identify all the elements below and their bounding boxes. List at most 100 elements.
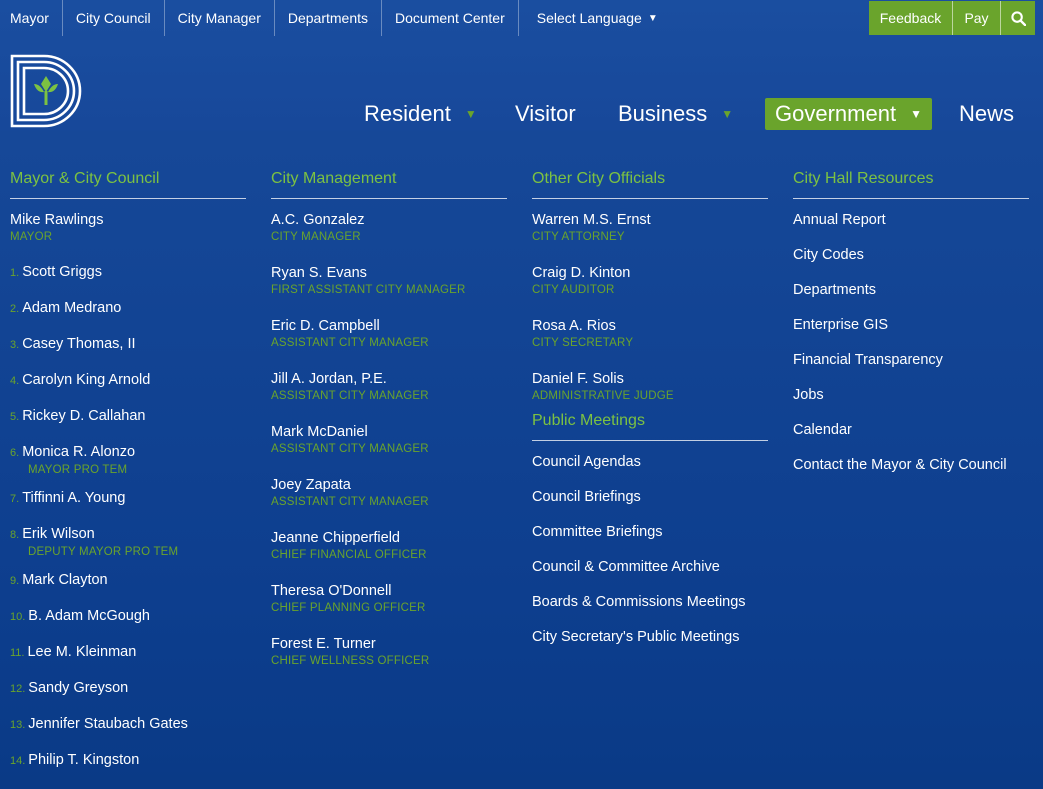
util-link-city-council[interactable]: City Council <box>63 0 165 36</box>
council-heading[interactable]: Mayor & City Council <box>10 170 246 199</box>
resources-link[interactable]: Departments <box>793 281 1029 299</box>
person-name[interactable]: Eric D. Campbell <box>271 317 507 335</box>
language-select[interactable]: Select Language ▼ <box>519 0 671 36</box>
council-member: 13. Jennifer Staubach Gates <box>10 715 246 734</box>
council-member-link[interactable]: 7. Tiffinni A. Young <box>10 489 246 508</box>
nav-government[interactable]: Government ▼ <box>765 98 932 130</box>
meetings-link[interactable]: Committee Briefings <box>532 523 768 541</box>
council-member-link[interactable]: 4. Carolyn King Arnold <box>10 371 246 390</box>
nav-government-label: Government <box>775 101 897 126</box>
person-name[interactable]: Ryan S. Evans <box>271 264 507 282</box>
council-member-link[interactable]: 1. Scott Griggs <box>10 263 246 282</box>
meetings-link[interactable]: Council Briefings <box>532 488 768 506</box>
meetings-link[interactable]: Boards & Commissions Meetings <box>532 593 768 611</box>
person-name[interactable]: Rosa A. Rios <box>532 317 768 335</box>
council-member-link[interactable]: 5. Rickey D. Callahan <box>10 407 246 426</box>
nav-news[interactable]: News <box>959 98 1014 130</box>
person-name[interactable]: Warren M.S. Ernst <box>532 211 768 229</box>
person-name[interactable]: Craig D. Kinton <box>532 264 768 282</box>
caret-down-icon: ▼ <box>910 107 922 121</box>
council-member: 11. Lee M. Kleinman <box>10 643 246 662</box>
person-entry: Warren M.S. Ernst CITY ATTORNEY <box>532 211 768 245</box>
search-button[interactable] <box>1001 1 1035 35</box>
resources-link[interactable]: Annual Report <box>793 211 1029 229</box>
person-entry: Forest E. Turner CHIEF WELLNESS OFFICER <box>271 635 507 669</box>
person-entry: Eric D. Campbell ASSISTANT CITY MANAGER <box>271 317 507 351</box>
council-member-name: Carolyn King Arnold <box>22 372 151 388</box>
person-name[interactable]: Jill A. Jordan, P.E. <box>271 370 507 388</box>
council-member: 7. Tiffinni A. Young <box>10 489 246 508</box>
feedback-button[interactable]: Feedback <box>869 1 953 35</box>
caret-down-icon: ▼ <box>464 107 477 121</box>
council-member-link[interactable]: 14. Philip T. Kingston <box>10 751 246 770</box>
meetings-link[interactable]: Council Agendas <box>532 453 768 471</box>
district-number: 2. <box>10 303 20 315</box>
council-member: 1. Scott Griggs <box>10 263 246 282</box>
util-link-departments[interactable]: Departments <box>275 0 383 36</box>
management-heading[interactable]: City Management <box>271 170 507 199</box>
council-member: 10. B. Adam McGough <box>10 607 246 626</box>
resources-link[interactable]: Contact the Mayor & City Council <box>793 456 1029 474</box>
person-name[interactable]: Theresa O'Donnell <box>271 582 507 600</box>
council-member-link[interactable]: 2. Adam Medrano <box>10 299 246 318</box>
person-name[interactable]: Jeanne Chipperfield <box>271 529 507 547</box>
person-name[interactable]: Daniel F. Solis <box>532 370 768 388</box>
nav-visitor[interactable]: Visitor <box>515 98 576 130</box>
district-number: 11. <box>10 647 25 659</box>
resources-link[interactable]: Calendar <box>793 421 1029 439</box>
council-member-name: Lee M. Kleinman <box>27 644 137 660</box>
meetings-link[interactable]: Council & Committee Archive <box>532 558 768 576</box>
resources-heading[interactable]: City Hall Resources <box>793 170 1029 199</box>
nav-resident[interactable]: Resident ▼ <box>364 98 477 130</box>
resources-link[interactable]: Enterprise GIS <box>793 316 1029 334</box>
person-title: ASSISTANT CITY MANAGER <box>271 496 429 508</box>
search-icon <box>1010 10 1026 26</box>
nav-business[interactable]: Business ▼ <box>618 98 733 130</box>
council-member-link[interactable]: 13. Jennifer Staubach Gates <box>10 715 246 734</box>
council-member-link[interactable]: 12. Sandy Greyson <box>10 679 246 698</box>
council-member-role: DEPUTY MAYOR PRO TEM <box>28 546 179 558</box>
person-name[interactable]: A.C. Gonzalez <box>271 211 507 229</box>
person-title: CHIEF PLANNING OFFICER <box>271 602 426 614</box>
language-select-label: Select Language <box>536 10 642 26</box>
person-title: FIRST ASSISTANT CITY MANAGER <box>271 284 466 296</box>
council-member: 5. Rickey D. Callahan <box>10 407 246 426</box>
council-member-link[interactable]: 8. Erik Wilson <box>10 525 246 544</box>
district-number: 4. <box>10 375 20 387</box>
util-link-mayor[interactable]: Mayor <box>0 0 63 36</box>
council-member-link[interactable]: 10. B. Adam McGough <box>10 607 246 626</box>
utility-nav: Mayor City Council City Manager Departme… <box>0 0 1043 36</box>
meetings-list: Council Agendas Council Briefings Committe… <box>532 453 768 646</box>
resources-link[interactable]: City Codes <box>793 246 1029 264</box>
council-member-link[interactable]: 6. Monica R. Alonzo <box>10 443 246 462</box>
person-entry: Jill A. Jordan, P.E. ASSISTANT CITY MANAG… <box>271 370 507 404</box>
person-entry: Theresa O'Donnell CHIEF PLANNING OFFICER <box>271 582 507 616</box>
district-number: 6. <box>10 447 20 459</box>
mayor-name[interactable]: Mike Rawlings <box>10 211 246 229</box>
util-link-document-center[interactable]: Document Center <box>382 0 519 36</box>
pay-button[interactable]: Pay <box>953 1 1001 35</box>
person-entry: Mark McDaniel ASSISTANT CITY MANAGER <box>271 423 507 457</box>
util-link-city-manager[interactable]: City Manager <box>165 0 275 36</box>
resources-link[interactable]: Jobs <box>793 386 1029 404</box>
council-member-name: Monica R. Alonzo <box>22 444 136 460</box>
council-member: 3. Casey Thomas, II <box>10 335 246 354</box>
person-name[interactable]: Mark McDaniel <box>271 423 507 441</box>
district-number: 5. <box>10 411 20 423</box>
council-member-link[interactable]: 3. Casey Thomas, II <box>10 335 246 354</box>
meetings-link[interactable]: City Secretary's Public Meetings <box>532 628 768 646</box>
person-name[interactable]: Joey Zapata <box>271 476 507 494</box>
meetings-heading[interactable]: Public Meetings <box>532 412 768 441</box>
person-title: CITY MANAGER <box>271 231 361 243</box>
resources-column: City Hall Resources Annual Report City Co… <box>793 170 1029 491</box>
officials-heading[interactable]: Other City Officials <box>532 170 768 199</box>
council-member-link[interactable]: 11. Lee M. Kleinman <box>10 643 246 662</box>
council-member-name: Tiffinni A. Young <box>22 490 126 506</box>
district-number: 7. <box>10 493 20 505</box>
council-member-name: Casey Thomas, II <box>22 336 136 352</box>
person-name[interactable]: Forest E. Turner <box>271 635 507 653</box>
council-member-link[interactable]: 9. Mark Clayton <box>10 571 246 590</box>
main-nav: Resident ▼ Visitor Business ▼ Government ▼ … <box>0 98 1043 130</box>
person-entry: Daniel F. Solis ADMINISTRATIVE JUDGE <box>532 370 768 404</box>
resources-link[interactable]: Financial Transparency <box>793 351 1029 369</box>
